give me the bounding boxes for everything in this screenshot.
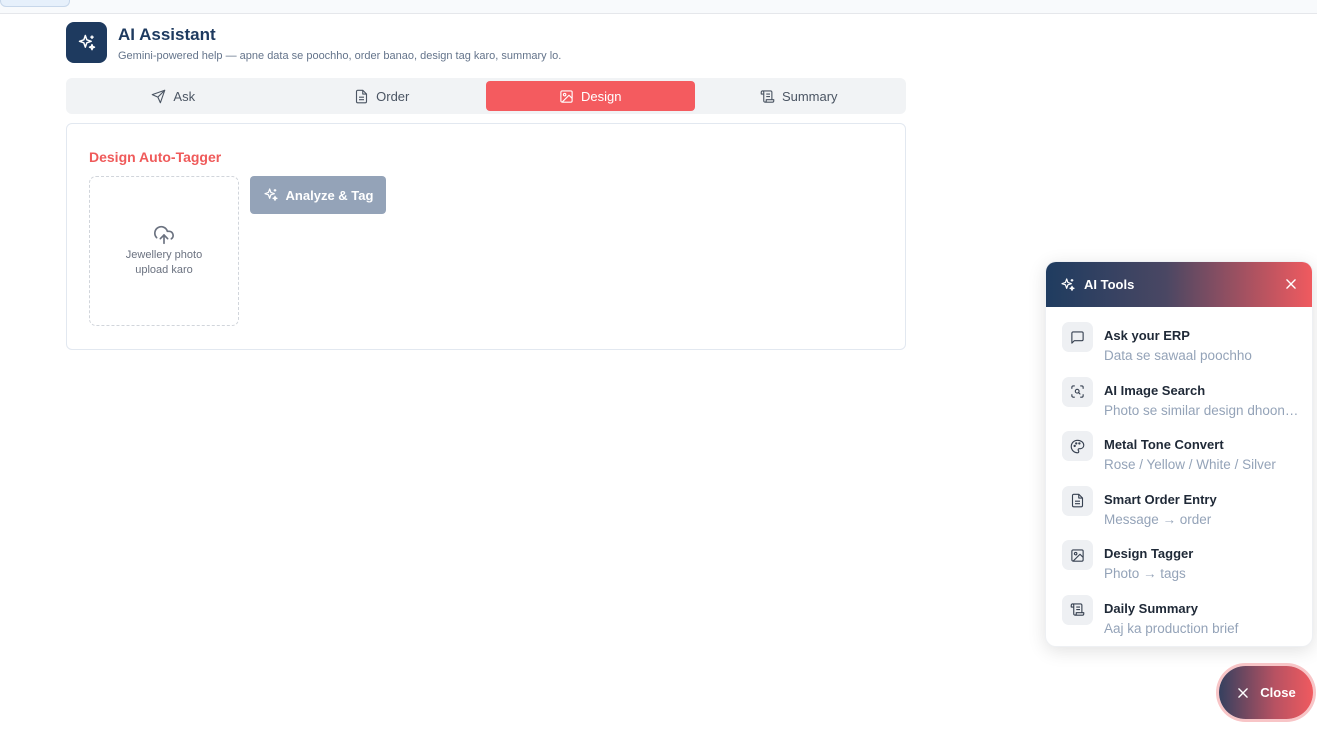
- image-icon: [1062, 540, 1093, 570]
- tool-subtitle: Aaj ka production brief: [1104, 620, 1239, 636]
- document-icon: [356, 89, 368, 103]
- tool-metal-tone[interactable]: Metal Tone Convert Rose / Yellow / White…: [1046, 421, 1312, 476]
- tool-smart-order[interactable]: Smart Order Entry Message → order: [1046, 476, 1312, 531]
- analyze-label: Analyze & Tag: [285, 187, 374, 203]
- tab-design[interactable]: Design: [486, 81, 695, 111]
- photo-upload-dropzone[interactable]: Jewellery photo upload karo: [89, 176, 239, 326]
- page-subtitle: Gemini-powered help — apne data se pooch…: [118, 50, 562, 62]
- tool-subtitle: Rose / Yellow / White / Silver: [1104, 457, 1276, 472]
- panel-header: AI Tools: [1046, 262, 1312, 307]
- sparkles-icon: [1061, 277, 1075, 291]
- upload-hint: Jewellery photo upload karo: [125, 249, 203, 276]
- tool-title: Design Tagger: [1104, 546, 1194, 561]
- close-icon: [1238, 687, 1249, 698]
- design-tagger-card: Design Auto-Tagger Jewellery photo uploa…: [66, 123, 906, 350]
- tool-subtitle: Photo se similar design dhoondho: [1104, 402, 1300, 418]
- tools-list: Ask your ERP Data se sawaal poochho AI I…: [1046, 307, 1312, 639]
- send-icon: [152, 89, 166, 103]
- tab-label: Order: [376, 88, 410, 104]
- page-header: AI Assistant Gemini-powered help — apne …: [66, 22, 906, 64]
- sparkles-icon: [66, 22, 107, 63]
- cloud-upload-icon: [154, 225, 174, 245]
- sparkles-icon: [263, 188, 278, 201]
- tool-daily-summary[interactable]: Daily Summary Aaj ka production brief: [1046, 585, 1312, 640]
- tool-title: Smart Order Entry: [1104, 491, 1217, 507]
- scan-search-icon: [1062, 376, 1093, 407]
- tool-subtitle: Photo → tags: [1104, 566, 1186, 581]
- card-title: Design Auto-Tagger: [89, 149, 222, 165]
- top-tab-pill[interactable]: [0, 0, 70, 7]
- close-icon[interactable]: [1284, 277, 1298, 291]
- tool-subtitle: Message → order: [1104, 511, 1212, 527]
- tool-title: Ask your ERP: [1104, 328, 1190, 343]
- scroll-icon: [760, 89, 775, 103]
- palette-icon: [1062, 431, 1093, 461]
- tool-image-search[interactable]: AI Image Search Photo se similar design …: [1046, 367, 1312, 422]
- tab-order[interactable]: Order: [278, 81, 487, 111]
- top-bar: [0, 0, 1317, 14]
- scroll-icon: [1062, 594, 1093, 625]
- page-title: AI Assistant: [118, 25, 216, 44]
- ai-tools-panel: AI Tools Ask your ERP Data se sawaal poo…: [1045, 261, 1313, 647]
- tool-ask-erp[interactable]: Ask your ERP Data se sawaal poochho: [1046, 312, 1312, 367]
- panel-title: AI Tools: [1084, 277, 1135, 292]
- tool-subtitle: Data se sawaal poochho: [1104, 348, 1252, 363]
- analyze-tag-button[interactable]: Analyze & Tag: [250, 176, 386, 214]
- tool-title: AI Image Search: [1104, 382, 1206, 398]
- document-icon: [1062, 485, 1093, 516]
- tool-title: Metal Tone Convert: [1104, 437, 1224, 452]
- tool-design-tagger[interactable]: Design Tagger Photo → tags: [1046, 530, 1312, 585]
- close-label: Close: [1260, 685, 1296, 700]
- tab-label: Design: [581, 88, 622, 104]
- close-fab-button[interactable]: Close: [1219, 666, 1313, 719]
- chat-icon: [1062, 322, 1093, 352]
- tab-summary[interactable]: Summary: [695, 81, 904, 111]
- image-icon: [560, 89, 573, 103]
- tool-title: Daily Summary: [1104, 600, 1198, 616]
- tab-label: Summary: [781, 88, 838, 104]
- tab-label: Ask: [173, 88, 196, 104]
- tab-ask[interactable]: Ask: [69, 81, 278, 111]
- tab-bar: Ask Order Design Summary: [66, 78, 906, 114]
